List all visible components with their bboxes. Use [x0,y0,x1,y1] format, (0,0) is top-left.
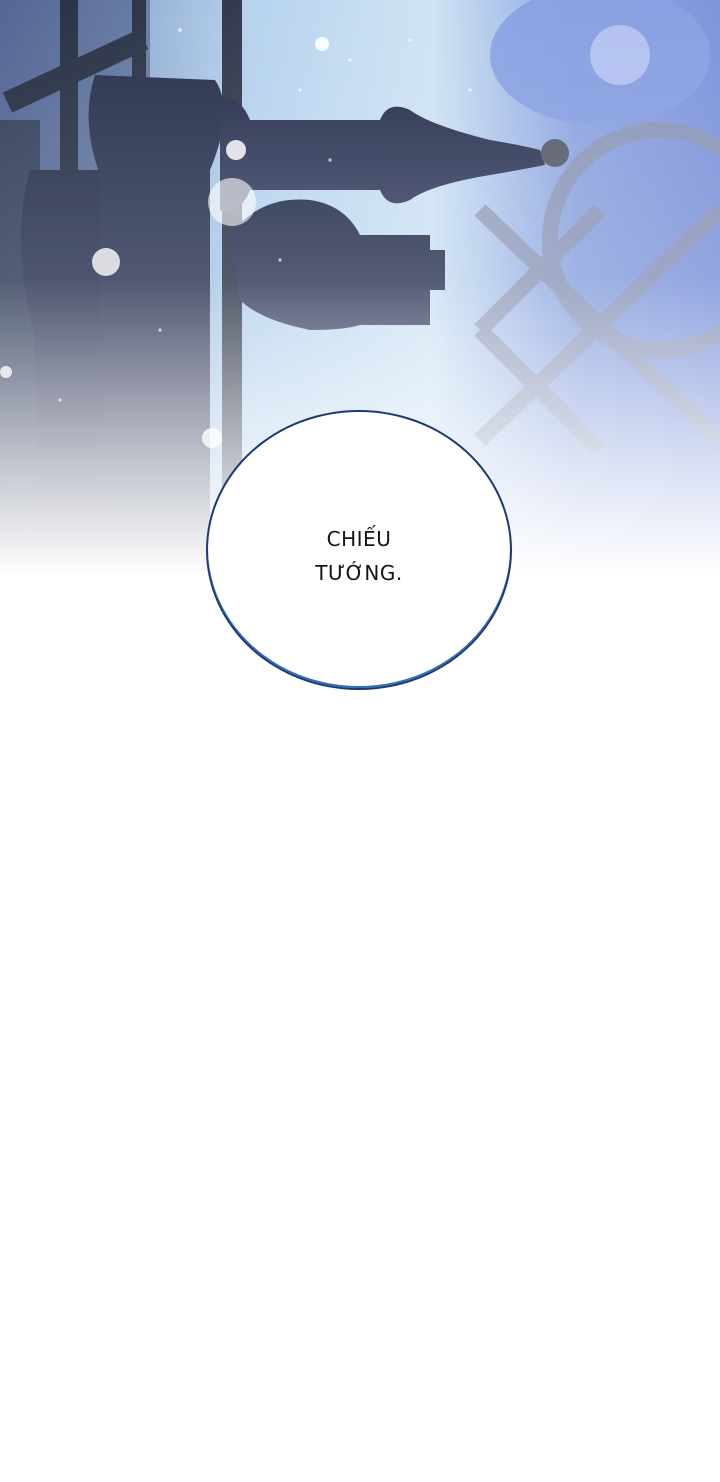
speech-line-1: CHIẾU [326,527,392,551]
comic-page: CHIẾU TƯỚNG. [0,0,720,1482]
speech-line-2: TƯỚNG. [315,561,403,585]
speech-bubble-text: CHIẾU TƯỚNG. [206,522,512,590]
